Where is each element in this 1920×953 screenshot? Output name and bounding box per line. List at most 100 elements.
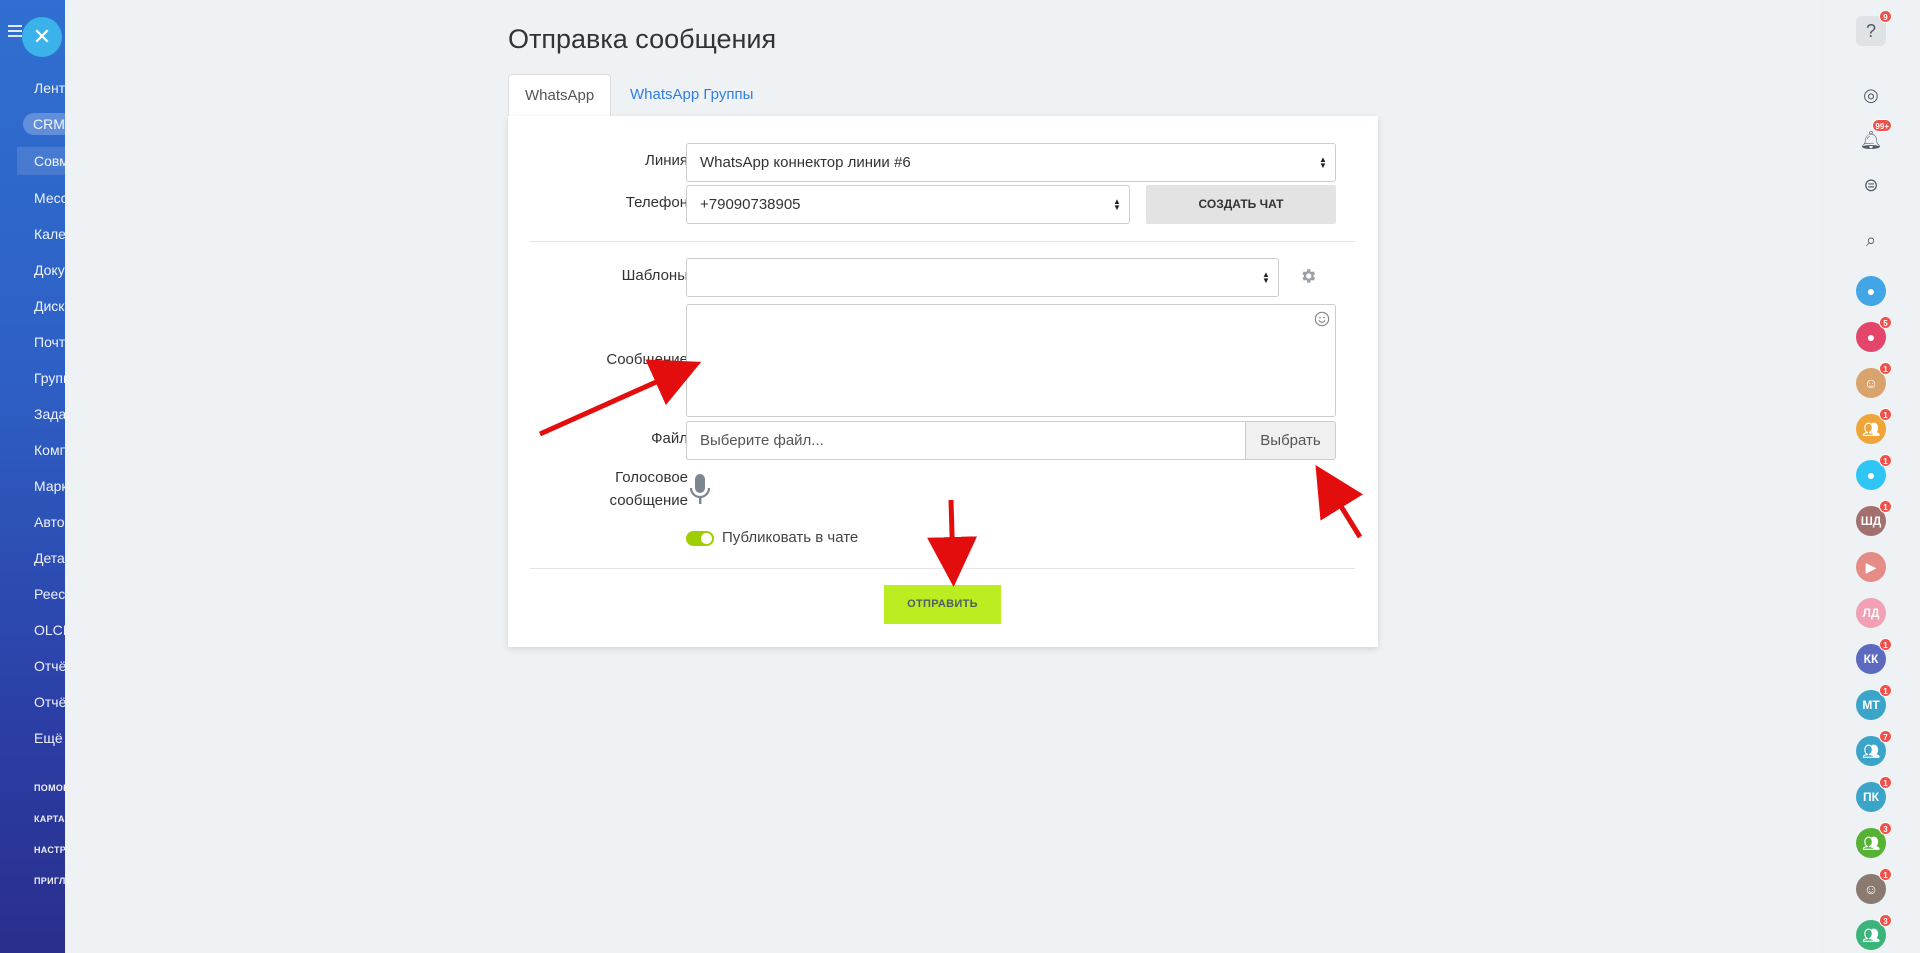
sidebar-item[interactable]: Маркетинг bbox=[34, 478, 65, 494]
contact-avatar[interactable]: ЛД bbox=[1856, 598, 1886, 628]
choose-file-button[interactable]: Выбрать bbox=[1245, 421, 1336, 460]
contact-avatar[interactable]: ПК 1 bbox=[1856, 776, 1892, 812]
sidebar-item[interactable]: Лента bbox=[34, 80, 65, 96]
contact-video-icon[interactable]: ▶ bbox=[1856, 552, 1886, 582]
sidebar-item[interactable]: Автоматизация bbox=[34, 514, 65, 530]
sidebar-item[interactable]: Документы bbox=[34, 262, 65, 278]
file-input[interactable]: Выберите файл... bbox=[686, 421, 1246, 460]
sidebar-footer-item[interactable]: КАРТА bbox=[34, 814, 65, 824]
contact-chat-bubble-icon[interactable]: ● 1 bbox=[1856, 454, 1892, 490]
unread-badge: 1 bbox=[1879, 684, 1892, 697]
line-label: Линия bbox=[644, 152, 688, 169]
contact-avatar-photo[interactable]: ☺ 1 bbox=[1856, 362, 1892, 398]
sidebar-item[interactable]: Почта bbox=[34, 334, 65, 350]
voice-label-line1: Голосовое bbox=[615, 469, 688, 486]
unread-badge: 1 bbox=[1879, 776, 1892, 789]
instagram-icon: ● bbox=[1866, 329, 1876, 345]
microphone-icon[interactable] bbox=[688, 473, 712, 507]
phone-select-value: +79090738905 bbox=[700, 196, 801, 213]
sidebar-footer-item[interactable]: ПОМОЩЬ bbox=[34, 783, 65, 793]
group-icon: 👥︎ bbox=[1862, 835, 1880, 851]
phone-label: Телефон bbox=[625, 194, 688, 211]
sidebar-item[interactable]: Задачи bbox=[34, 406, 65, 422]
pulse-icon[interactable]: ◎ bbox=[1856, 80, 1886, 110]
unread-badge: 1 bbox=[1879, 408, 1892, 421]
page-title: Отправка сообщения bbox=[508, 24, 777, 54]
phone-select[interactable]: +79090738905 ▲ ▼ bbox=[686, 185, 1130, 224]
sidebar-item[interactable]: Отчёты bbox=[34, 694, 65, 710]
contact-initials: ПК bbox=[1863, 790, 1879, 804]
publish-in-chat-label: Публиковать в чате bbox=[722, 529, 859, 546]
video-icon: ▶ bbox=[1865, 559, 1877, 575]
contact-initials: КК bbox=[1863, 652, 1879, 666]
avatar-photo: ☺ bbox=[1863, 881, 1879, 897]
sidebar-item[interactable]: CRM bbox=[23, 113, 65, 135]
line-select[interactable]: WhatsApp коннектор линии #6 ▲ ▼ bbox=[686, 143, 1336, 182]
target-icon: ● bbox=[1866, 283, 1876, 299]
voice-label-line2: сообщение bbox=[609, 492, 688, 509]
sidebar-item[interactable]: OLCI bbox=[34, 622, 65, 638]
contact-avatar-photo[interactable]: ☺ 1 bbox=[1856, 868, 1892, 904]
close-slider-button[interactable]: ✕ bbox=[22, 17, 62, 57]
sidebar-item[interactable]: Отчёты bbox=[34, 658, 65, 674]
sidebar-item[interactable]: Компания bbox=[34, 442, 65, 458]
tab-whatsapp-groups[interactable]: WhatsApp Группы bbox=[614, 74, 769, 116]
help-icon[interactable]: ? 9 bbox=[1856, 10, 1892, 46]
sidebar-item[interactable]: Группы bbox=[34, 370, 65, 386]
create-chat-button[interactable]: СОЗДАТЬ ЧАТ bbox=[1146, 185, 1336, 224]
message-label: Сообщение bbox=[606, 351, 688, 368]
contact-group-icon[interactable]: 👥︎ 3 bbox=[1856, 822, 1892, 858]
divider bbox=[530, 568, 1355, 569]
select-caret-icon: ▲ ▼ bbox=[1262, 270, 1270, 285]
sidebar-footer-item[interactable]: НАСТРОЙКИ bbox=[34, 845, 65, 855]
unread-badge: 3 bbox=[1879, 822, 1892, 835]
voice-label: Голосовое сообщение bbox=[508, 466, 688, 512]
sidebar-footer-item[interactable]: ПРИГЛАСИТЬ bbox=[34, 876, 65, 886]
chat-group-icon: 👥︎ bbox=[1862, 421, 1880, 437]
group-icon: 👥︎ bbox=[1862, 927, 1880, 943]
group-icon: 👥︎ bbox=[1862, 743, 1880, 759]
send-message-form: Линия WhatsApp коннектор линии #6 ▲ ▼ Тел… bbox=[508, 116, 1378, 647]
unread-badge: 5 bbox=[1879, 316, 1892, 329]
contact-initials: ШД bbox=[1860, 514, 1882, 528]
contact-initials: МТ bbox=[1862, 698, 1880, 712]
unread-badge: 1 bbox=[1879, 454, 1892, 467]
contact-group-icon[interactable]: 👥︎ 3 bbox=[1856, 914, 1892, 950]
bell-icon[interactable]: 🔔︎ 99+ bbox=[1856, 119, 1892, 155]
contact-group-icon[interactable]: 👥︎ 7 bbox=[1856, 730, 1892, 766]
gear-icon[interactable] bbox=[1299, 267, 1317, 285]
sidebar-item[interactable]: Ещё bbox=[34, 730, 65, 746]
sidebar-item[interactable]: Детали bbox=[34, 550, 65, 566]
avatar-photo: ☺ bbox=[1863, 375, 1879, 391]
toggle-knob bbox=[701, 533, 712, 544]
send-button[interactable]: ОТПРАВИТЬ bbox=[884, 585, 1001, 624]
templates-label: Шаблоны bbox=[621, 267, 688, 284]
unread-badge: 1 bbox=[1879, 362, 1892, 375]
menu-burger-icon[interactable] bbox=[8, 25, 22, 37]
contact-chat-group-icon[interactable]: 👥︎ 1 bbox=[1856, 408, 1892, 444]
sidebar-item[interactable]: Мессенджер bbox=[34, 190, 65, 206]
contact-avatar[interactable]: ШД 1 bbox=[1856, 500, 1892, 536]
contact-initials: ЛД bbox=[1862, 606, 1880, 620]
contact-target-icon[interactable]: ● bbox=[1856, 276, 1886, 306]
sidebar-item[interactable]: Реестр bbox=[34, 586, 65, 602]
unread-badge: 3 bbox=[1879, 914, 1892, 927]
tab-whatsapp[interactable]: WhatsApp bbox=[508, 74, 612, 116]
unread-badge: 1 bbox=[1879, 638, 1892, 651]
sidebar-item[interactable]: Диск bbox=[34, 298, 65, 314]
chat-icon[interactable]: ⊜ bbox=[1856, 170, 1886, 200]
contact-instagram-icon[interactable]: ● 5 bbox=[1856, 316, 1892, 352]
sidebar-item[interactable]: Календарь bbox=[34, 226, 65, 242]
templates-select[interactable]: ▲ ▼ bbox=[686, 258, 1279, 297]
publish-in-chat-toggle[interactable] bbox=[686, 531, 714, 546]
contact-avatar[interactable]: КК 1 bbox=[1856, 638, 1892, 674]
divider bbox=[530, 241, 1355, 242]
sidebar-item[interactable]: Совместно bbox=[17, 147, 65, 175]
unread-badge: 1 bbox=[1879, 500, 1892, 513]
unread-badge: 1 bbox=[1879, 868, 1892, 881]
search-icon[interactable]: ⌕ bbox=[1856, 225, 1886, 255]
contact-avatar[interactable]: МТ 1 bbox=[1856, 684, 1892, 720]
message-textarea[interactable] bbox=[686, 304, 1336, 417]
notifications-badge: 99+ bbox=[1872, 119, 1892, 132]
emoji-icon[interactable] bbox=[1314, 311, 1330, 327]
